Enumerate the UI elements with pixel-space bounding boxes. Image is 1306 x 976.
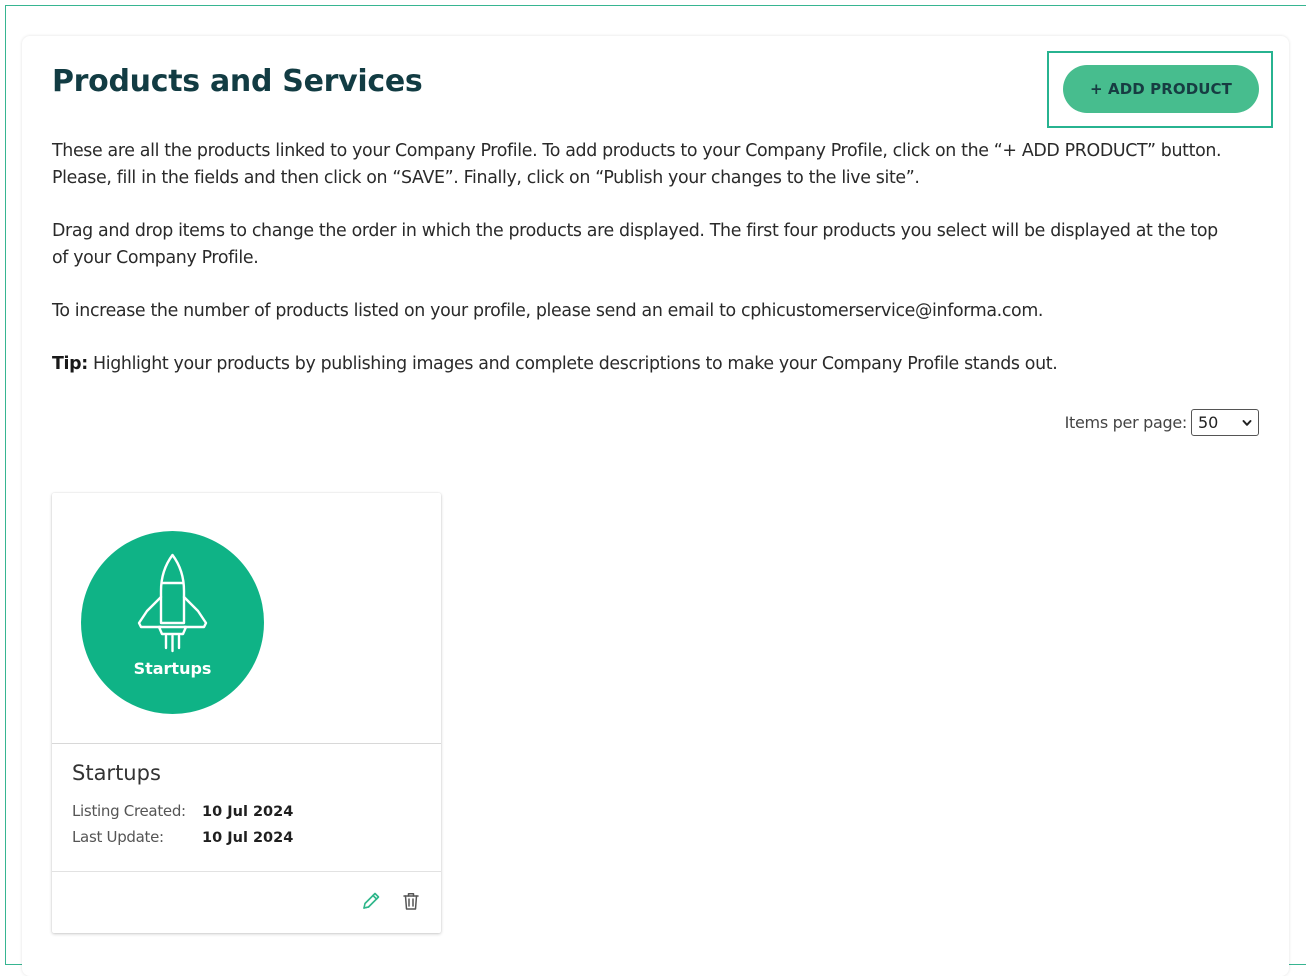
pencil-icon [363,892,380,909]
startups-logo: Startups [81,531,264,714]
tip-label: Tip: [52,354,88,374]
drag-drop-paragraph: Drag and drop items to change the order … [52,221,1218,268]
last-update-row: Last Update: 10 Jul 2024 [72,828,293,846]
intro-paragraph: These are all the products linked to you… [52,141,1222,188]
items-per-page-select[interactable]: 50 [1191,409,1259,436]
listing-created-label: Listing Created: [72,802,186,820]
items-per-page-label: Items per page: [1064,413,1188,432]
tip-paragraph: Tip: Highlight your products by publishi… [52,351,1232,378]
last-update-value: 10 Jul 2024 [202,830,294,846]
product-card[interactable]: Startups Startups Listing Created: 10 Jul… [52,493,441,933]
rocket-icon [137,553,208,653]
last-update-label: Last Update: [72,828,164,846]
page-title: Products and Services [52,64,423,99]
chevron-down-icon [1242,419,1252,426]
logo-caption: Startups [133,659,212,678]
product-name: Startups [72,761,161,785]
delete-product-button[interactable] [400,890,422,912]
items-per-page: Items per page: 50 [1065,408,1259,437]
trash-icon [403,893,419,910]
tip-text: Highlight your products by publishing im… [87,354,1058,374]
product-image: Startups [52,493,441,744]
edit-product-button[interactable] [360,890,382,912]
add-product-button[interactable]: + ADD PRODUCT [1063,65,1259,113]
card-divider [52,871,441,872]
listing-created-value: 10 Jul 2024 [202,804,294,820]
items-per-page-value: 50 [1198,413,1219,432]
email-paragraph: To increase the number of products liste… [52,301,1044,321]
listing-created-row: Listing Created: 10 Jul 2024 [72,802,293,820]
